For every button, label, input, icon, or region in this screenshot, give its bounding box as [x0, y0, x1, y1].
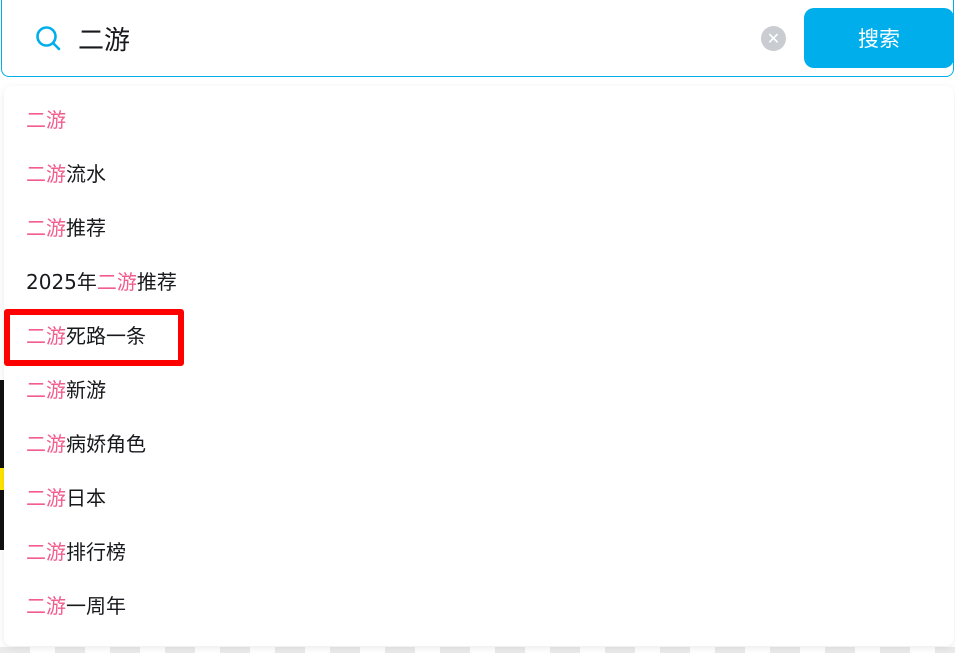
- search-input[interactable]: [78, 18, 738, 58]
- suggestion-item[interactable]: 二游流水: [26, 154, 106, 194]
- suggestion-match: 二游: [26, 108, 66, 132]
- suggestion-match: 二游: [26, 432, 66, 456]
- suggestion-item[interactable]: 二游: [26, 100, 66, 140]
- suggestion-item[interactable]: 二游推荐: [26, 208, 106, 248]
- suggestion-suffix: 排行榜: [66, 540, 126, 564]
- suggestion-match: 二游: [26, 324, 66, 348]
- suggestion-prefix: 2025年: [26, 270, 97, 294]
- suggestion-match: 二游: [26, 162, 66, 186]
- suggestion-item[interactable]: 二游日本: [26, 478, 106, 518]
- suggestion-item[interactable]: 2025年二游推荐: [26, 262, 177, 302]
- background-text-fragment: [0, 647, 955, 653]
- suggestion-suffix: 新游: [66, 378, 106, 402]
- search-bar: ✕ 搜索: [1, 0, 954, 77]
- suggestion-match: 二游: [26, 540, 66, 564]
- suggestion-item[interactable]: 二游病娇角色: [26, 424, 146, 464]
- suggestion-match: 二游: [26, 486, 66, 510]
- suggestion-match: 二游: [26, 216, 66, 240]
- suggestion-suffix: 死路一条: [66, 324, 146, 348]
- suggestion-suffix: 病娇角色: [66, 432, 146, 456]
- clear-icon[interactable]: ✕: [761, 26, 786, 51]
- suggestion-match: 二游: [26, 594, 66, 618]
- search-icon: [36, 26, 61, 51]
- suggestion-dropdown: 二游 二游流水 二游推荐 2025年二游推荐 二游死路一条 二游新游 二游病娇角…: [4, 86, 954, 646]
- search-button[interactable]: 搜索: [804, 8, 954, 68]
- suggestion-suffix: 推荐: [136, 270, 177, 294]
- suggestion-item[interactable]: 二游排行榜: [26, 532, 126, 572]
- suggestion-item[interactable]: 二游一周年: [26, 586, 126, 626]
- suggestion-item-highlighted[interactable]: 二游死路一条: [26, 316, 146, 356]
- suggestion-item[interactable]: 二游新游: [26, 370, 106, 410]
- suggestion-suffix: 一周年: [66, 594, 126, 618]
- suggestion-match: 二游: [96, 270, 137, 294]
- page: ✕ 搜索 二游 二游流水 二游推荐 2025年二游推荐 二游死路一条 二游新游 …: [0, 0, 955, 653]
- suggestion-suffix: 日本: [66, 486, 106, 510]
- suggestion-match: 二游: [26, 378, 66, 402]
- suggestion-suffix: 流水: [66, 162, 106, 186]
- suggestion-suffix: 推荐: [66, 216, 106, 240]
